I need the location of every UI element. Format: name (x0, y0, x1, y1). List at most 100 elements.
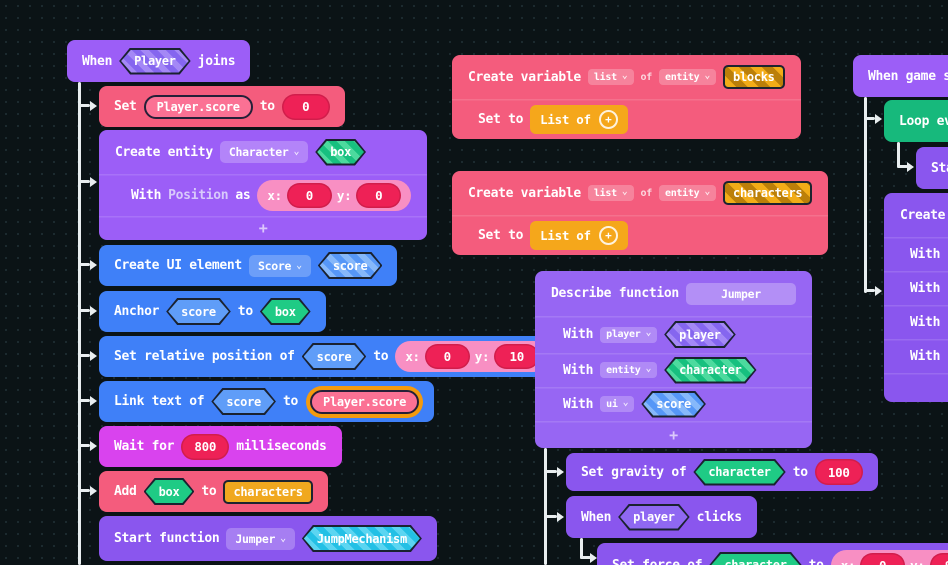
block-create-entity[interactable]: Create entity Character box With Positio… (99, 130, 428, 240)
tag-label: score (332, 258, 368, 273)
param-tag-character[interactable]: character (709, 552, 801, 565)
plus-icon[interactable] (598, 109, 618, 129)
block-text: to (282, 394, 299, 409)
variable-pill-player-score[interactable]: Player.score (310, 389, 420, 414)
function-dropdown[interactable]: Jumper (226, 527, 295, 550)
block-wait[interactable]: Wait for 800 milliseconds (99, 426, 342, 467)
block-text: Wait for (114, 439, 175, 454)
block-set-relative-position[interactable]: Set relative position of score to x: 0 y… (99, 336, 565, 377)
x-value-field[interactable]: 0 (424, 344, 470, 369)
block-text: With (910, 280, 941, 296)
position-field[interactable]: x: 0 y: 10 (395, 341, 550, 372)
connector-arrow (90, 351, 97, 361)
block-create-right[interactable]: Create With With With With (884, 193, 948, 402)
param-tag-player[interactable]: player (664, 321, 736, 348)
param-name: Position (168, 187, 229, 203)
force-field[interactable]: x: 0 y: 90 (830, 549, 948, 565)
block-when-player-joins[interactable]: When Player joins (67, 40, 251, 82)
block-text: Loop ev (899, 113, 948, 129)
var-subtype-dropdown[interactable]: entity (658, 69, 717, 85)
block-text: Create entity (115, 144, 213, 160)
block-text: When (82, 53, 113, 69)
param-tag-player[interactable]: player (618, 504, 690, 531)
dropdown-value: Score (257, 258, 292, 273)
list-of-value[interactable]: List of (530, 220, 628, 250)
param-tag-score[interactable]: score (641, 391, 706, 418)
list-tag-characters[interactable]: characters (223, 479, 313, 504)
number-field[interactable]: 800 (181, 433, 230, 460)
variable-tag-characters[interactable]: characters (723, 181, 813, 205)
block-text: When (581, 509, 612, 525)
function-tag-jumpmechanism[interactable]: JumpMechanism (302, 525, 422, 552)
block-when-player-clicks[interactable]: When player clicks (566, 496, 757, 538)
var-type-dropdown[interactable]: list (587, 69, 634, 85)
function-name-input[interactable]: Jumper (685, 282, 796, 305)
ui-tag-score[interactable]: score (166, 298, 231, 325)
param-tag-character[interactable]: character (693, 459, 785, 486)
number-field[interactable]: 0 (281, 93, 330, 120)
block-add-to-list[interactable]: Add box to characters (99, 471, 328, 512)
variable-pill-player-score[interactable]: Player.score (143, 94, 253, 119)
block-anchor[interactable]: Anchor score to box (99, 291, 326, 332)
ui-type-dropdown[interactable]: Score (248, 254, 311, 277)
position-field[interactable]: x: 0 y: 0 (257, 179, 412, 211)
tag-label: JumpMechanism (316, 531, 407, 546)
entity-tag-box[interactable]: box (260, 298, 311, 325)
block-set-player-score[interactable]: Set Player.score to 0 (99, 86, 345, 127)
param-type-dropdown[interactable]: entity (600, 362, 658, 378)
y-label: y: (474, 349, 490, 364)
x-value-field[interactable]: 0 (860, 552, 906, 565)
block-create-variable-blocks[interactable]: Create variable list of entity blocks Se… (452, 55, 801, 139)
ui-tag-score[interactable]: score (302, 343, 367, 370)
connector-line (78, 489, 90, 492)
plus-icon[interactable] (598, 225, 618, 245)
block-text: Create variable (468, 185, 581, 201)
ui-tag-score[interactable]: score (211, 388, 276, 415)
x-label: x: (405, 349, 420, 364)
x-label: x: (267, 187, 282, 203)
block-set-force[interactable]: Set force of character to x: 0 y: 90 (597, 543, 948, 565)
connector-line (78, 354, 90, 357)
block-loop-every[interactable]: Loop ev (884, 100, 948, 142)
variable-tag-blocks[interactable]: blocks (723, 65, 785, 89)
list-of-value[interactable]: List of (530, 104, 628, 134)
block-start-function[interactable]: Start function Jumper JumpMechanism (99, 516, 437, 561)
dropdown-value: entity (664, 71, 700, 83)
block-text: With (563, 327, 594, 342)
param-type-dropdown[interactable]: player (600, 326, 658, 343)
block-text: Describe function (551, 286, 679, 301)
entity-tag-box[interactable]: box (315, 139, 366, 166)
plus-icon[interactable] (259, 219, 268, 237)
number-field[interactable]: 100 (814, 459, 863, 485)
y-value-field[interactable]: 0 (356, 182, 402, 208)
block-describe-function[interactable]: Describe function Jumper With player pla… (535, 271, 812, 448)
plus-icon[interactable] (669, 426, 678, 444)
tag-label: score (226, 394, 261, 409)
block-text: With (910, 348, 941, 364)
connector-arrow (90, 306, 97, 316)
block-link-text[interactable]: Link text of score to Player.score (99, 381, 435, 422)
param-tag-character[interactable]: character (664, 357, 756, 384)
entity-type-dropdown[interactable]: Character (219, 141, 309, 163)
param-type-dropdown[interactable]: ui (600, 396, 635, 412)
ui-tag-score[interactable]: score (318, 252, 383, 279)
block-create-variable-characters[interactable]: Create variable list of entity character… (452, 171, 829, 255)
tag-label: Player (134, 54, 176, 68)
block-set-gravity[interactable]: Set gravity of character to 100 (566, 453, 878, 491)
block-start[interactable]: Sta (916, 147, 948, 189)
y-value-field[interactable]: 90 (929, 552, 948, 565)
var-type-dropdown[interactable]: list (587, 185, 634, 201)
chevron-down-icon (280, 532, 286, 546)
block-create-ui-element[interactable]: Create UI element Score score (99, 245, 398, 286)
entity-tag-player[interactable]: Player (119, 48, 191, 75)
var-subtype-dropdown[interactable]: entity (658, 185, 717, 201)
block-text: of (640, 71, 653, 83)
chevron-down-icon (704, 72, 710, 83)
y-value-field[interactable]: 10 (494, 344, 540, 369)
entity-tag-box[interactable]: box (144, 478, 195, 505)
block-text: clicks (696, 509, 742, 525)
block-when-game-starts[interactable]: When game s (853, 55, 948, 97)
block-editor-canvas[interactable]: When Player joins Set Player.score to 0 … (0, 0, 948, 565)
x-value-field[interactable]: 0 (286, 182, 332, 208)
list-of-label: List of (540, 111, 591, 127)
